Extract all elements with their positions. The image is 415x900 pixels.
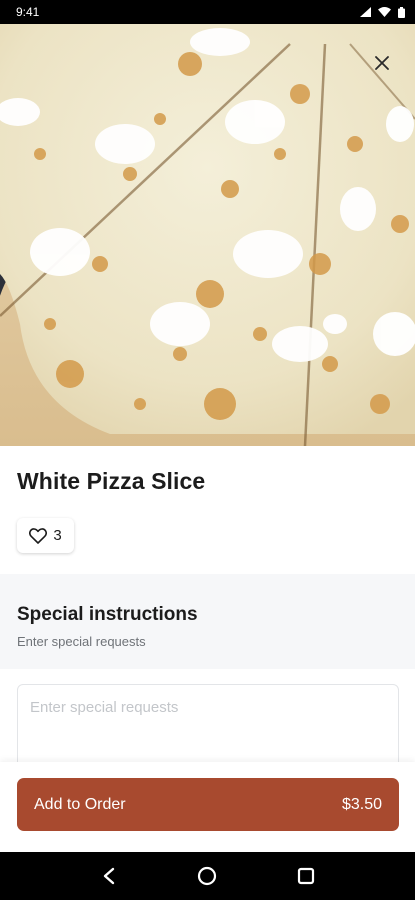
- add-to-order-button[interactable]: Add to Order $3.50: [17, 778, 399, 831]
- close-icon: [375, 56, 389, 70]
- bottom-bar: Add to Order $3.50: [0, 762, 415, 852]
- order-price: $3.50: [341, 795, 382, 813]
- like-count: 3: [53, 527, 62, 544]
- status-time: 9:41: [16, 5, 40, 19]
- system-nav-bar: [0, 852, 415, 900]
- add-to-order-label: Add to Order: [34, 795, 126, 813]
- item-photo: [0, 24, 415, 446]
- special-requests-field-wrapper: [17, 684, 399, 774]
- special-instructions-section: Special instructions Enter special reque…: [0, 574, 415, 669]
- status-bar: 9:41: [0, 0, 415, 24]
- status-icons: [360, 6, 405, 18]
- special-requests-input[interactable]: [18, 685, 398, 773]
- special-instructions-subtitle: Enter special requests: [17, 634, 146, 649]
- wifi-icon: [378, 7, 391, 17]
- pizza-image: [0, 24, 415, 446]
- close-button[interactable]: [369, 50, 395, 76]
- signal-icon: [360, 7, 371, 17]
- home-icon: [198, 866, 217, 886]
- heart-icon: [29, 527, 48, 544]
- back-icon: [103, 867, 115, 885]
- battery-icon: [398, 6, 405, 18]
- item-title: White Pizza Slice: [17, 468, 206, 494]
- nav-back-button[interactable]: [91, 858, 127, 894]
- nav-home-button[interactable]: [189, 858, 225, 894]
- like-button[interactable]: 3: [17, 518, 74, 553]
- nav-recents-button[interactable]: [288, 858, 324, 894]
- recents-icon: [297, 867, 314, 885]
- special-instructions-title: Special instructions: [17, 604, 198, 625]
